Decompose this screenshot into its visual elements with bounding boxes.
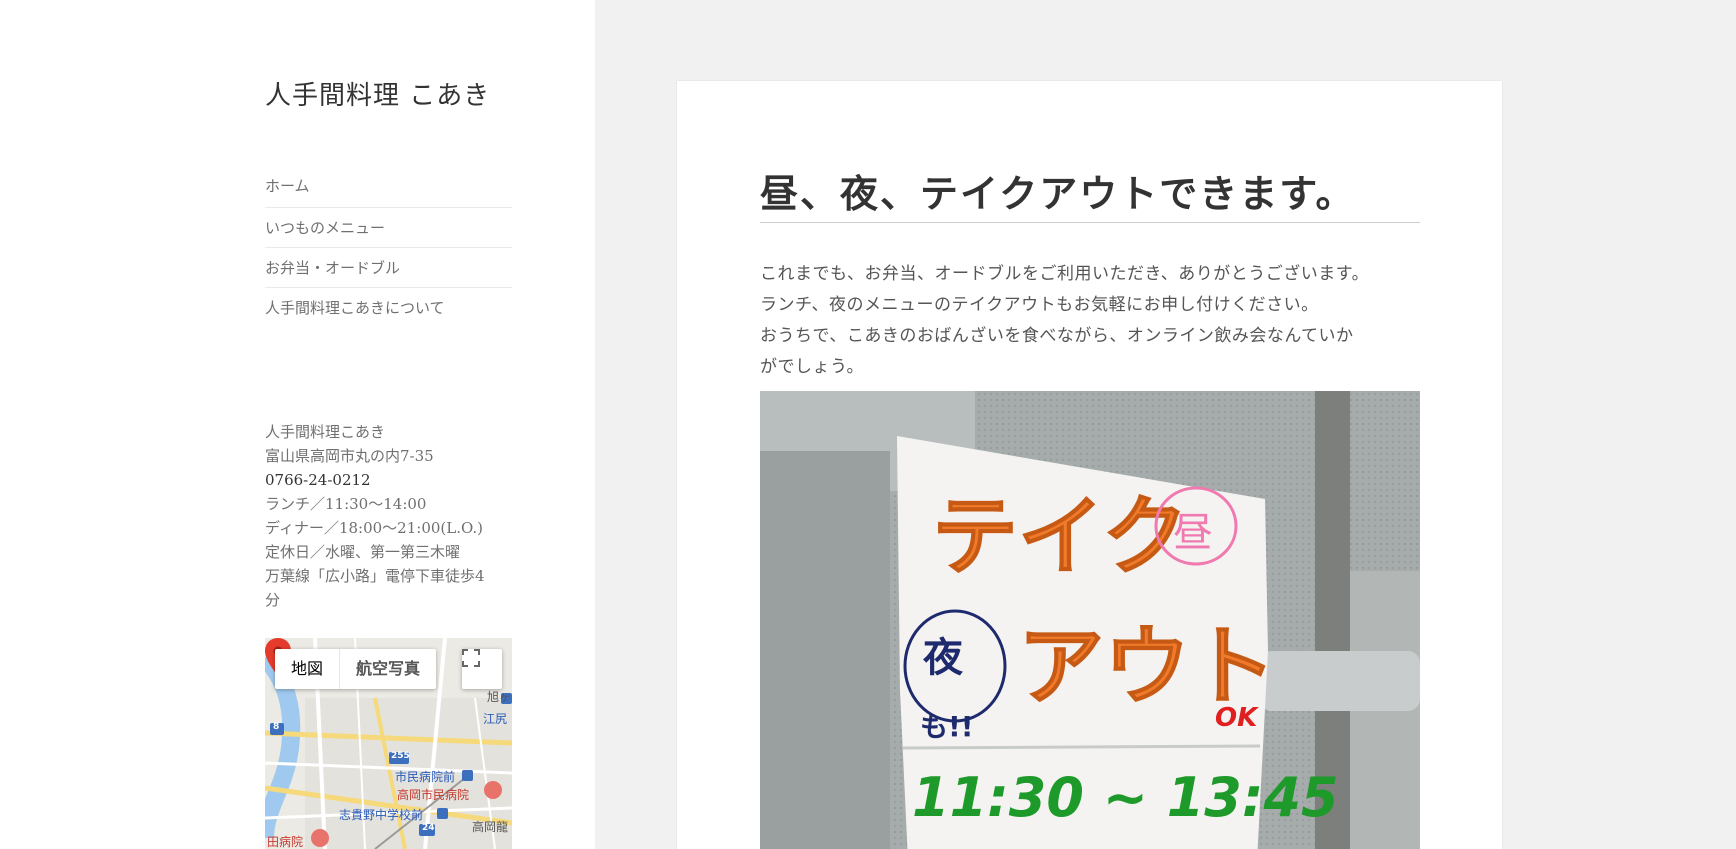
map-label-hospital: 高岡市民病院 [397,788,470,802]
dinner-hours: ディナー／18:00～21:00(L.O.) [265,519,484,537]
map-label-takaoka: 高岡龍 [472,820,509,834]
post-paragraph-line: これまでも、お弁当、オードブルをご利用いただき、ありがとうございます。 [760,264,1370,284]
nav-item-about[interactable]: 人手間料理こあきについて [265,288,512,328]
sign-text-day: 昼 [1173,510,1213,556]
sign-text-time: 11:30 ~ 13:45 [912,766,1339,829]
sign-text-also: も!! [920,710,974,743]
lunch-hours: ランチ／11:30～14:00 [265,495,427,513]
map-label-hospital-stop: 市民病院前 [395,770,456,784]
sidebar: 人手間料理 こあき ホーム いつものメニュー お弁当・オードブル 人手間料理こあ… [0,0,595,849]
nav-item-home[interactable]: ホーム [265,166,512,208]
sign-text-take: テイク [932,487,1188,587]
post-title[interactable]: 昼、夜、テイクアウトできます。 [760,163,1420,223]
sign-text-night: 夜 [922,635,964,681]
post-paragraph-line: おうちで、こあきのおばんざいを食べながら、オンライン飲み会なんていか [760,326,1354,346]
access-info: 万葉線「広小路」電停下車徒歩4 [265,567,485,585]
route-255-label: 255 [391,751,410,761]
map-type-satellite-button[interactable]: 航空写真 [339,649,436,689]
nav-item-bento[interactable]: お弁当・オードブル [265,248,512,288]
map-label-ejiri: 江尻 [483,712,508,726]
map-type-control: 地図 航空写真 [275,649,437,689]
access-info-continued: 分 [265,591,281,609]
takeout-sign-photo: テイク アウト 昼 夜 も!! OK 11:30 ~ 13:45 [760,391,1420,849]
sign-text-ok: OK [1215,703,1259,733]
nav-item-menu[interactable]: いつものメニュー [265,208,512,248]
shop-info: 人手間料理こあき 富山県高岡市丸の内7-35 0766-24-0212 ランチ／… [265,420,505,612]
shop-phone-link[interactable]: 0766-24-0212 [265,468,505,492]
post-article: 昼、夜、テイクアウトできます。 これまでも、お弁当、オードブルをご利用いただき、… [677,81,1502,849]
shop-address: 富山県高岡市丸の内7-35 [265,447,434,465]
post-paragraph-line: ランチ、夜のメニューのテイクアウトもお気軽にお申し付けください。 [760,295,1319,315]
sign-text-out: アウト [1018,617,1276,717]
map-label-asahi: 旭ヶ [487,690,512,704]
google-map[interactable]: 8 255 24 旭ヶ 江尻 市民病院前 高岡市民病院 志貴野中学校前 高岡龍 … [265,638,512,849]
map-label-hospital-2: 田病院 [267,835,304,849]
shop-name: 人手間料理こあき [265,423,386,441]
fullscreen-icon [462,649,480,667]
closed-days: 定休日／水曜、第一第三木曜 [265,543,461,561]
map-label-school-stop: 志貴野中学校前 [339,808,424,822]
site-title[interactable]: 人手間料理 こあき [265,75,490,112]
post-content: これまでも、お弁当、オードブルをご利用いただき、ありがとうございます。 ランチ、… [760,259,1420,383]
main-nav: ホーム いつものメニュー お弁当・オードブル 人手間料理こあきについて [265,177,512,328]
route-8-label: 8 [273,722,280,732]
post-paragraph-line: がでしょう。 [760,357,864,377]
takeout-sign-image: テイク アウト 昼 夜 も!! OK 11:30 ~ 13:45 [760,391,1420,849]
fullscreen-button[interactable] [462,649,502,689]
route-24-label: 24 [422,823,435,833]
map-type-map-button[interactable]: 地図 [275,649,339,689]
